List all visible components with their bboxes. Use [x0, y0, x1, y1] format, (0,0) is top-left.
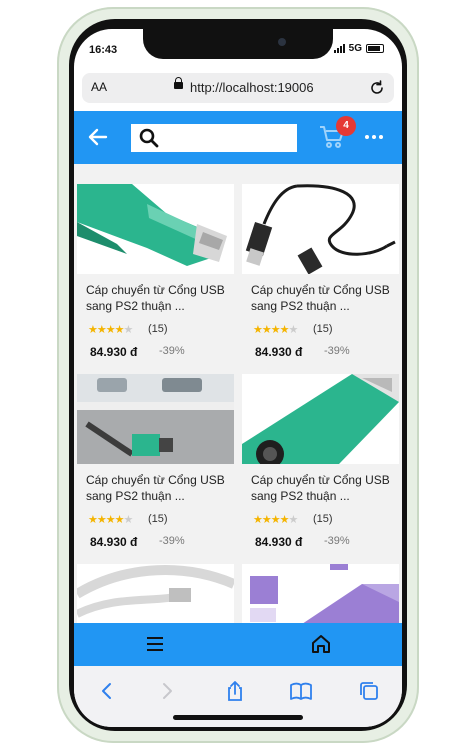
product-image: [242, 184, 399, 274]
browser-address-bar[interactable]: AA http://localhost:19006: [82, 73, 394, 103]
product-price: 84.930 đ: [90, 345, 138, 359]
product-card[interactable]: [242, 564, 399, 623]
product-card[interactable]: Cáp chuyển từ Cổng USB sang PS2 thuận ..…: [77, 184, 234, 372]
product-card[interactable]: Cáp chuyển từ Cổng USB sang PS2 thuận ..…: [77, 374, 234, 562]
discount-label: -39%: [324, 535, 350, 547]
notch: [143, 29, 333, 59]
rating-stars: ★★★★★: [253, 514, 298, 526]
product-image: [242, 374, 399, 464]
product-list[interactable]: Cáp chuyển từ Cổng USB sang PS2 thuận ..…: [74, 164, 402, 623]
tabs-icon[interactable]: [358, 680, 380, 702]
home-indicator: [173, 715, 303, 720]
product-title[interactable]: Cáp chuyển từ Cổng USB sang PS2 thuận ..…: [86, 472, 228, 504]
discount-label: -39%: [159, 535, 185, 547]
product-image: [77, 184, 234, 274]
lock-icon: [174, 77, 183, 89]
product-image: [242, 564, 399, 623]
product-title[interactable]: Cáp chuyển từ Cổng USB sang PS2 thuận ..…: [251, 282, 393, 314]
status-indicators: 5G: [333, 43, 384, 54]
browser-back-icon[interactable]: [96, 680, 118, 702]
bottom-nav: [74, 623, 402, 666]
rating-stars: ★★★★★: [253, 324, 298, 336]
network-label: 5G: [348, 43, 362, 54]
phone-screen: 16:43 5G AA http://localhost:19006 4 Cáp…: [74, 29, 402, 727]
bookmarks-icon[interactable]: [290, 680, 312, 702]
more-options-icon[interactable]: [365, 135, 383, 139]
phone-frame: 16:43 5G AA http://localhost:19006 4 Cáp…: [57, 7, 419, 743]
product-card[interactable]: [77, 564, 234, 623]
product-card[interactable]: Cáp chuyển từ Cổng USB sang PS2 thuận ..…: [242, 374, 399, 562]
discount-label: -39%: [159, 345, 185, 357]
rating-count: (15): [148, 513, 168, 525]
product-card[interactable]: Cáp chuyển từ Cổng USB sang PS2 thuận ..…: [242, 184, 399, 372]
cart-count-badge: 4: [336, 116, 356, 136]
product-price: 84.930 đ: [255, 535, 303, 549]
text-size-button[interactable]: AA: [91, 80, 107, 94]
browser-forward-icon[interactable]: [156, 680, 178, 702]
browser-toolbar: [74, 666, 402, 727]
product-price: 84.930 đ: [255, 345, 303, 359]
product-title[interactable]: Cáp chuyển từ Cổng USB sang PS2 thuận ..…: [86, 282, 228, 314]
product-title[interactable]: Cáp chuyển từ Cổng USB sang PS2 thuận ..…: [251, 472, 393, 504]
battery-icon: [366, 44, 384, 53]
rating-count: (15): [313, 513, 333, 525]
rating-stars: ★★★★★: [88, 514, 133, 526]
menu-icon[interactable]: [146, 635, 164, 653]
rating-stars: ★★★★★: [88, 324, 133, 336]
search-icon: [139, 128, 159, 148]
front-camera: [278, 38, 286, 46]
product-image: [77, 564, 234, 623]
product-price: 84.930 đ: [90, 535, 138, 549]
url-text[interactable]: http://localhost:19006: [190, 80, 314, 95]
status-time: 16:43: [89, 44, 118, 56]
product-image: [77, 374, 234, 464]
signal-icon: [333, 44, 345, 53]
search-box[interactable]: [131, 124, 297, 152]
search-input[interactable]: [165, 128, 289, 150]
rating-count: (15): [313, 323, 333, 335]
discount-label: -39%: [324, 345, 350, 357]
back-arrow-icon[interactable]: [86, 125, 110, 149]
app-header: 4: [74, 111, 402, 164]
home-icon[interactable]: [310, 633, 332, 655]
reload-icon[interactable]: [367, 78, 387, 98]
rating-count: (15): [148, 323, 168, 335]
share-icon[interactable]: [224, 680, 246, 702]
